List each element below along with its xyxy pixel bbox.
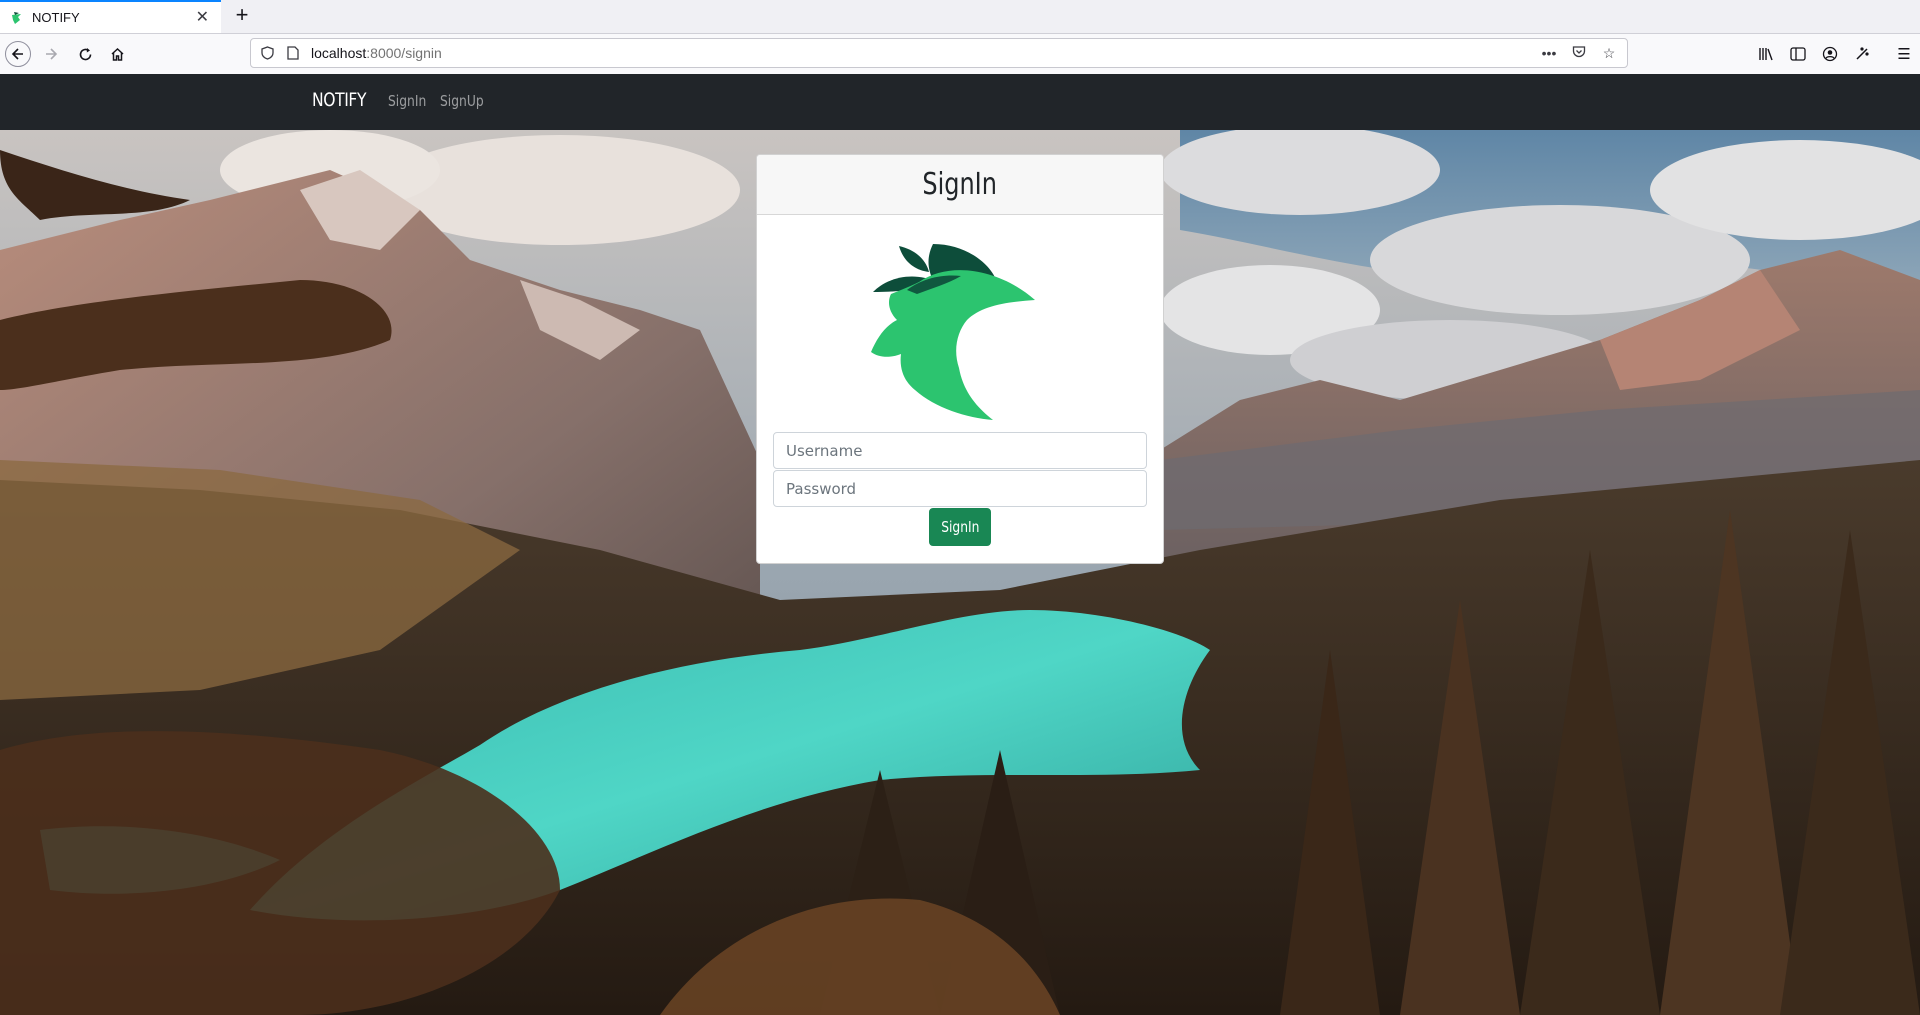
- hamburger-menu-icon[interactable]: ☰: [1888, 42, 1920, 66]
- back-button[interactable]: [5, 41, 31, 67]
- nav-link-signin[interactable]: SignIn: [388, 92, 426, 110]
- library-icon[interactable]: [1750, 42, 1782, 66]
- arrow-right-icon: [46, 48, 58, 60]
- new-tab-button[interactable]: +: [230, 4, 254, 28]
- account-icon[interactable]: [1814, 42, 1846, 66]
- nav-link-signup[interactable]: SignUp: [440, 92, 484, 110]
- reload-icon: [79, 47, 91, 60]
- brand-link[interactable]: NOTIFY: [312, 89, 366, 111]
- url-actions: ••• ☆: [1539, 43, 1619, 63]
- page-viewport: NOTIFY SignIn SignUp SignIn SignIn: [0, 74, 1920, 1015]
- bookmark-star-icon[interactable]: ☆: [1599, 45, 1619, 62]
- url-text[interactable]: localhost:8000/signin: [311, 45, 442, 61]
- signin-button-label: SignIn: [940, 518, 980, 536]
- signin-title: SignIn: [922, 167, 998, 202]
- shield-icon[interactable]: [261, 46, 274, 60]
- browser-toolbar: localhost:8000/signin ••• ☆ ☰: [0, 34, 1920, 75]
- bird-logo-icon: [871, 244, 1035, 420]
- browser-tab[interactable]: NOTIFY ✕: [0, 0, 221, 33]
- signin-card: SignIn SignIn: [756, 154, 1164, 564]
- page-actions-icon[interactable]: •••: [1539, 45, 1559, 61]
- browser-toolbar-right: ☰: [1750, 42, 1920, 66]
- password-input[interactable]: [773, 470, 1147, 507]
- tab-title: NOTIFY: [32, 10, 80, 25]
- home-button[interactable]: [103, 40, 131, 68]
- site-navbar: NOTIFY SignIn SignUp: [0, 74, 1920, 130]
- url-bar[interactable]: localhost:8000/signin ••• ☆: [250, 38, 1628, 68]
- reload-button[interactable]: [71, 40, 99, 68]
- browser-tab-bar: NOTIFY ✕ +: [0, 0, 1920, 34]
- forward-button[interactable]: [37, 40, 65, 68]
- sidebar-icon[interactable]: [1782, 42, 1814, 66]
- signin-button[interactable]: SignIn: [929, 508, 991, 546]
- username-input[interactable]: [773, 432, 1147, 469]
- pocket-icon[interactable]: [1569, 45, 1589, 62]
- url-path: :8000/signin: [366, 45, 442, 61]
- close-tab-icon[interactable]: ✕: [196, 9, 209, 26]
- url-host: localhost: [311, 45, 367, 61]
- page-icon[interactable]: [287, 46, 299, 60]
- arrow-left-icon: [11, 48, 23, 60]
- card-header: SignIn: [757, 155, 1163, 215]
- extension-icon[interactable]: [1846, 42, 1878, 66]
- home-icon: [110, 47, 124, 61]
- bird-logo-icon: [12, 11, 21, 24]
